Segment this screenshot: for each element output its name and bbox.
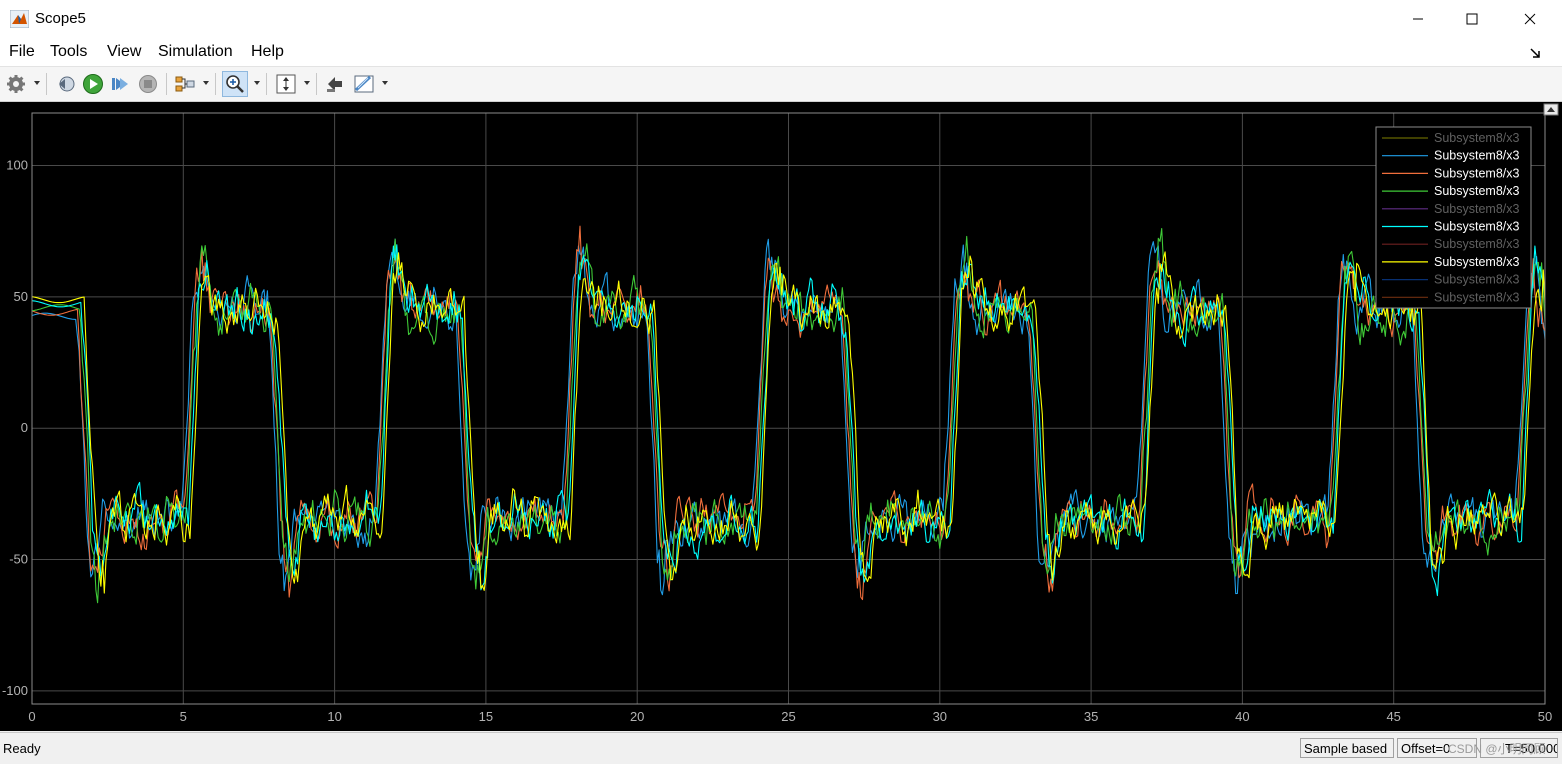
x-tick-label: 30 [933, 709, 947, 724]
toolbar [0, 67, 1562, 102]
x-tick-label: 40 [1235, 709, 1249, 724]
x-tick-label: 15 [479, 709, 493, 724]
close-icon [1524, 13, 1536, 25]
measurements-dropdown-icon[interactable] [382, 81, 388, 85]
stop-button[interactable] [135, 71, 161, 97]
legend-label: Subsystem8/x3 [1434, 237, 1520, 251]
zoom-in-button[interactable] [222, 71, 248, 97]
undock-arrow-icon[interactable] [1528, 46, 1542, 60]
run-icon [83, 74, 103, 94]
measurements-icon [354, 75, 374, 93]
menu-bar: File Tools View Simulation Help [0, 38, 1562, 67]
x-tick-label: 5 [180, 709, 187, 724]
legend-label: Subsystem8/x3 [1434, 202, 1520, 216]
legend-label: Subsystem8/x3 [1434, 255, 1520, 269]
menu-tools[interactable]: Tools [50, 43, 87, 61]
matlab-icon [10, 10, 29, 28]
maximize-button[interactable] [1449, 0, 1495, 38]
grid-lines [32, 113, 1545, 704]
scale-axes-button[interactable] [273, 71, 299, 97]
x-tick-label: 45 [1386, 709, 1400, 724]
title-bar: Scope5 [0, 0, 1562, 38]
x-tick-label: 0 [28, 709, 35, 724]
autoscale-button[interactable] [1543, 103, 1559, 116]
zoom-in-icon [226, 75, 244, 93]
menu-simulation[interactable]: Simulation [158, 43, 233, 61]
step-forward-icon [112, 78, 128, 90]
signal-selector-dropdown-icon[interactable] [203, 81, 209, 85]
legend-label: Subsystem8/x3 [1434, 131, 1520, 145]
maximize-icon [1466, 13, 1478, 25]
status-sample-mode: Sample based [1300, 738, 1394, 758]
toolbar-separator [166, 73, 167, 95]
y-tick-label: -100 [2, 683, 28, 698]
step-back-icon [59, 76, 75, 92]
y-tick-label: 50 [14, 289, 28, 304]
scope-chart[interactable]: 0 5 10 15 20 25 30 35 40 45 50 100 50 0 -50 -100 Subsys… [0, 102, 1562, 731]
signal-selector-button[interactable] [172, 71, 198, 97]
y-tick-label: -50 [9, 552, 28, 567]
step-back-button[interactable] [53, 71, 79, 97]
scope-plot-area: 0 5 10 15 20 25 30 35 40 45 50 100 50 0 -50 -100 Subsys… [0, 102, 1562, 731]
menu-file[interactable]: File [9, 43, 35, 61]
highlight-block-button[interactable] [322, 71, 348, 97]
legend-label: Subsystem8/x3 [1434, 166, 1520, 180]
toolbar-separator [215, 73, 216, 95]
toolbar-separator [316, 73, 317, 95]
close-button[interactable] [1507, 0, 1553, 38]
toolbar-separator [266, 73, 267, 95]
minimize-button[interactable] [1395, 0, 1441, 38]
menu-view[interactable]: View [107, 43, 141, 61]
scale-axes-icon [276, 74, 296, 94]
step-forward-button[interactable] [107, 71, 133, 97]
y-tick-label: 100 [6, 158, 28, 173]
measurements-button[interactable] [351, 71, 377, 97]
y-tick-label: 0 [21, 420, 28, 435]
settings-button[interactable] [3, 71, 29, 97]
minimize-icon [1413, 18, 1423, 20]
legend-label: Subsystem8/x3 [1434, 184, 1520, 198]
watermark: CSDN @小明同顾 [1448, 742, 1546, 756]
toolbar-separator [46, 73, 47, 95]
run-button[interactable] [80, 71, 106, 97]
gear-icon [7, 75, 25, 93]
axes: 0 5 10 15 20 25 30 35 40 45 50 100 50 0 -50 -100 [2, 112, 1552, 724]
legend-label: Subsystem8/x3 [1434, 273, 1520, 287]
menu-help[interactable]: Help [251, 43, 284, 61]
x-tick-label: 25 [781, 709, 795, 724]
x-tick-label: 35 [1084, 709, 1098, 724]
legend-label: Subsystem8/x3 [1434, 149, 1520, 163]
status-ready: Ready [3, 741, 41, 756]
x-tick-label: 20 [630, 709, 644, 724]
highlight-block-icon [327, 77, 342, 92]
signal-selector-icon [175, 76, 195, 92]
legend[interactable]: Subsystem8/x3 Subsystem8/x3 Subsystem8/x3 S… [1375, 126, 1532, 309]
x-tick-label: 10 [327, 709, 341, 724]
legend-label: Subsystem8/x3 [1434, 290, 1520, 304]
stop-icon [139, 75, 157, 93]
status-bar: Ready Sample based Offset=0 T=50.000 [0, 732, 1562, 764]
settings-dropdown-icon[interactable] [34, 81, 40, 85]
x-tick-label: 50 [1538, 709, 1552, 724]
scale-axes-dropdown-icon[interactable] [304, 81, 310, 85]
zoom-dropdown-icon[interactable] [254, 81, 260, 85]
legend-label: Subsystem8/x3 [1434, 220, 1520, 234]
window-title: Scope5 [35, 10, 86, 27]
